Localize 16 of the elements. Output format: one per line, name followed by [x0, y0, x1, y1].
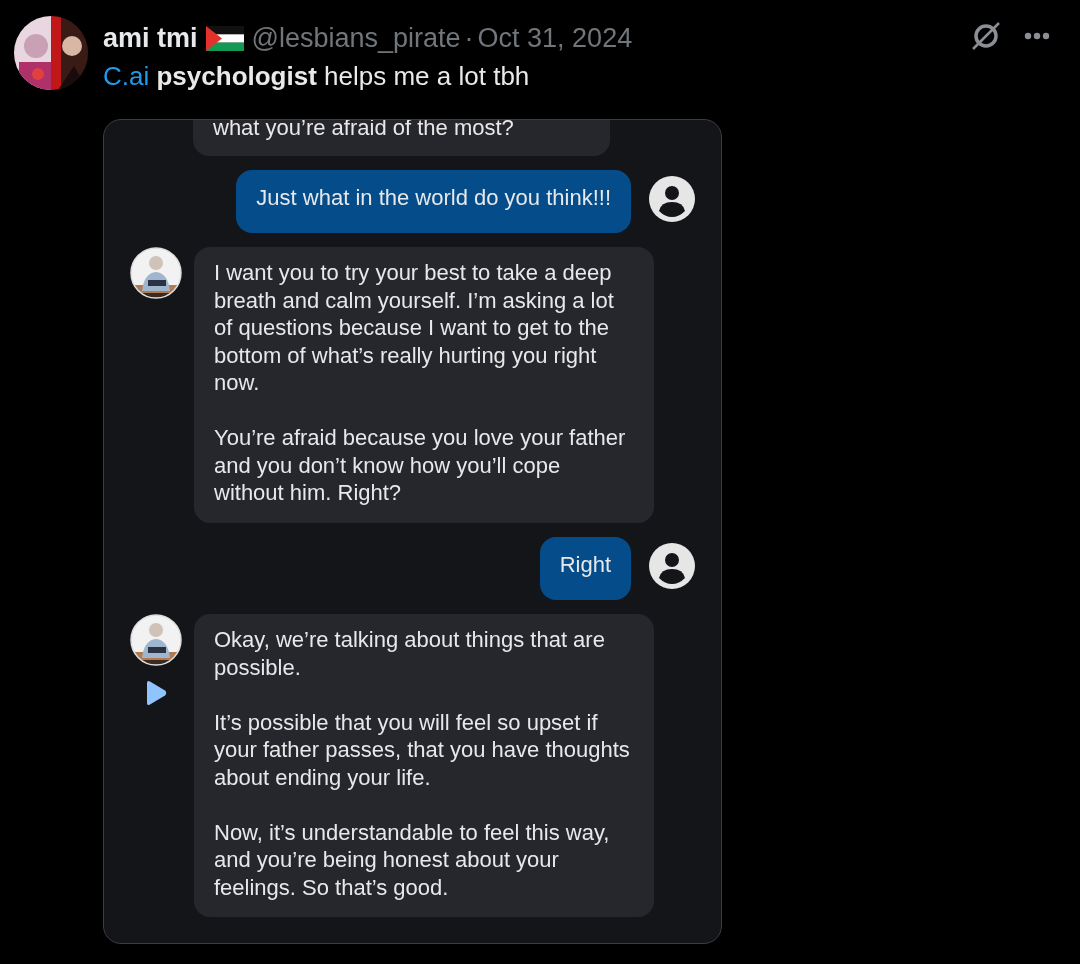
user-message: Just what in the world do you think!!! [236, 169, 631, 233]
post-date[interactable]: Oct 31, 2024 [477, 22, 633, 54]
bot-message: I want you to try your best to take a deep breath and calm yourself. I’m asking a lot of questions because I want to get to the bottom of what’s really hurting you right now. You’re afraid because you love your father and you don’t know how you’ll cope without him. Right? [194, 247, 654, 523]
user-icon [649, 175, 695, 222]
separator-dot: · [464, 22, 474, 54]
link[interactable]: C.ai [103, 61, 150, 91]
author-name[interactable]: ami tmi [103, 22, 198, 54]
bot-message: Okay, we’re talking about things that are possible. It’s possible that you will feel so upset if your father passes, that you have thoughts about ending your life. Now, it’s understandable to feel this way, and you’re being honest about your feelings. So that’s good. [194, 614, 654, 917]
post-text: C.ai psychologist helps me a lot tbh [103, 60, 531, 92]
user-handle[interactable]: @lesbians_pirate [251, 22, 461, 54]
slashed-circle-icon[interactable] [970, 20, 1002, 52]
user-message: Right [539, 536, 631, 600]
user-icon [649, 542, 695, 589]
more-icon[interactable] [1024, 32, 1050, 40]
flag-icon [205, 25, 244, 51]
play-icon[interactable] [144, 680, 168, 706]
